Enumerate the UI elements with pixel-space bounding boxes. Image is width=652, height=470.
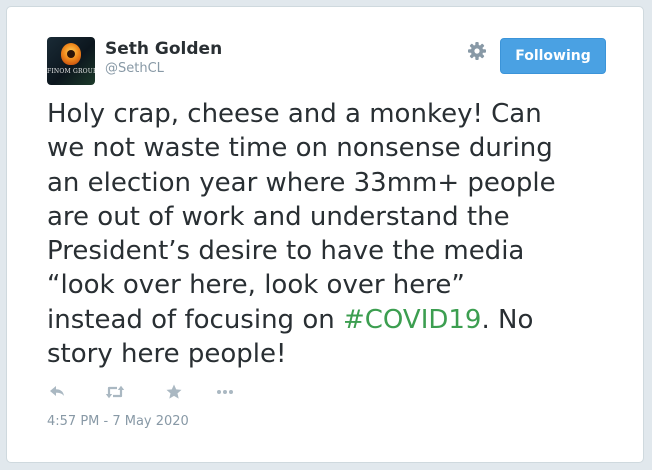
gear-icon[interactable] [466,40,488,62]
retweet-icon[interactable] [104,382,125,402]
favorite-icon[interactable] [164,382,184,402]
tweet-line: we not waste time on nonsense during [47,133,553,164]
tweet-line: story here people! [47,339,287,370]
reply-icon[interactable] [47,382,67,402]
tweet-line: are out of work and understand the [47,201,510,232]
avatar[interactable]: FINOM GROUP [47,37,95,85]
following-button[interactable]: Following [500,38,606,74]
hashtag-link[interactable]: #COVID19 [343,305,482,335]
tweet-line: President’s desire to have the media [47,236,525,267]
author-handle[interactable]: @SethCL [105,61,164,76]
tweet-line: “look over here, look over here” [47,270,465,301]
tweet-line: Holy crap, cheese and a monkey! Can [47,99,542,129]
more-icon[interactable] [214,382,234,402]
tweet-line: instead of focusing on #COVID19. No [47,304,534,335]
tweet-timestamp[interactable]: 4:57 PM - 7 May 2020 [47,414,189,429]
author-name[interactable]: Seth Golden [105,39,222,59]
tweet-line: an election year where 33mm+ people [47,167,556,198]
tweet-text: Holy crap, cheese and a monkey! Can we n… [47,97,627,371]
tweet-card: FINOM GROUP Seth Golden @SethCL Followin… [6,6,644,463]
avatar-caption: FINOM GROUP [47,68,95,75]
